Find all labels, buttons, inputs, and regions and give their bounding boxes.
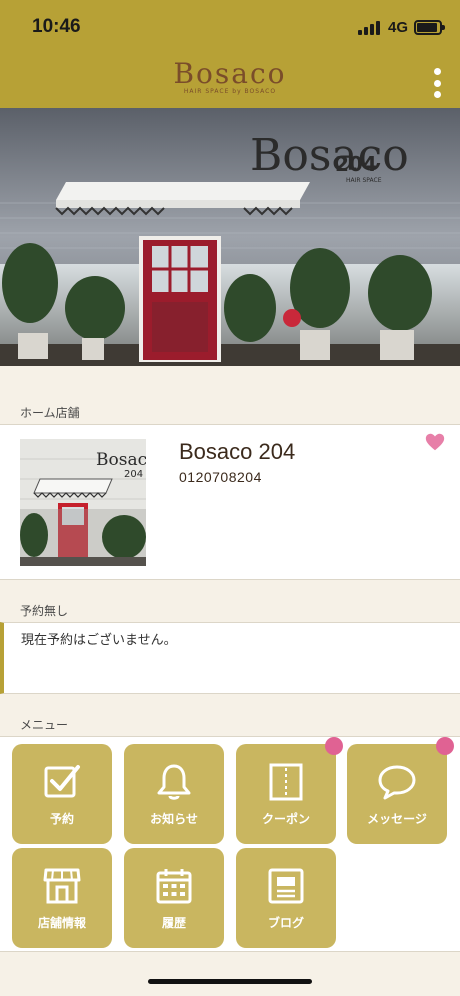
menu-coupon-button[interactable]: クーポン <box>236 737 343 844</box>
speech-bubble-icon <box>378 765 416 800</box>
coupon-notification-badge <box>325 737 343 755</box>
thumb-sign-number: 204 <box>124 469 143 480</box>
menu-history-label: 履歴 <box>161 916 186 930</box>
home-store-label: ホーム店舗 <box>20 406 80 420</box>
logo-subtitle: HAIR SPACE by BOSACO <box>183 88 277 95</box>
menu-label: メニュー <box>20 718 69 732</box>
menu-blog-button[interactable]: ブログ <box>236 848 336 948</box>
menu-store-info-label: 店舗情報 <box>37 916 86 930</box>
menu-store-info-button[interactable]: 店舗情報 <box>12 848 112 948</box>
network-label: 4G <box>387 19 408 36</box>
status-bar: 10:46 4G <box>0 0 460 56</box>
checkbox-icon <box>44 765 80 798</box>
signal-icon <box>358 21 380 35</box>
more-menu-icon[interactable] <box>432 68 442 98</box>
reservation-message: 現在予約はございません。 <box>21 633 177 648</box>
reservation-card: 現在予約はございません。 <box>0 622 460 694</box>
reservation-label: 予約無し <box>20 604 69 618</box>
store-hero-image: Bosaco 204 HAIR SPACE <box>0 108 460 366</box>
storefront-icon <box>43 868 81 904</box>
hero-sign-sub: HAIR SPACE <box>346 177 382 184</box>
brand-logo: Bosaco HAIR SPACE by BOSACO <box>0 57 460 96</box>
bell-icon <box>157 764 191 800</box>
status-time: 10:46 <box>32 16 81 37</box>
menu-history-button[interactable]: 履歴 <box>124 848 224 948</box>
app-header: Bosaco HAIR SPACE by BOSACO <box>0 56 460 108</box>
menu-message-button[interactable]: メッセージ <box>347 737 454 844</box>
store-thumbnail: Bosaco 204 <box>20 439 146 566</box>
menu-blog-label: ブログ <box>267 916 304 930</box>
coupon-icon <box>269 763 303 801</box>
favorite-heart-icon[interactable] <box>424 431 446 453</box>
menu-news-button[interactable]: お知らせ <box>124 744 224 844</box>
hero-sign-number: 204 <box>335 152 377 176</box>
battery-icon <box>414 20 445 35</box>
logo-text: Bosaco <box>173 57 287 90</box>
store-name: Bosaco 204 <box>179 439 296 464</box>
home-store-card[interactable]: Bosaco 204 Bosaco 204 0120708204 <box>0 424 460 580</box>
menu-coupon-label: クーポン <box>261 812 310 826</box>
thumb-sign-text: Bosaco <box>96 450 146 470</box>
home-indicator[interactable] <box>148 979 312 984</box>
menu-grid: 予約 お知らせ クーポン メッセージ 店舗情報 履歴 ブログ <box>0 736 460 952</box>
calendar-icon <box>156 869 192 904</box>
menu-news-label: お知らせ <box>150 812 198 826</box>
menu-message-label: メッセージ <box>367 812 427 826</box>
hero-sign-text: Bosaco <box>250 130 409 181</box>
menu-reserve-label: 予約 <box>49 812 74 826</box>
menu-reserve-button[interactable]: 予約 <box>12 744 112 844</box>
message-notification-badge <box>436 737 454 755</box>
store-phone[interactable]: 0120708204 <box>179 469 262 485</box>
blog-icon <box>268 868 304 904</box>
